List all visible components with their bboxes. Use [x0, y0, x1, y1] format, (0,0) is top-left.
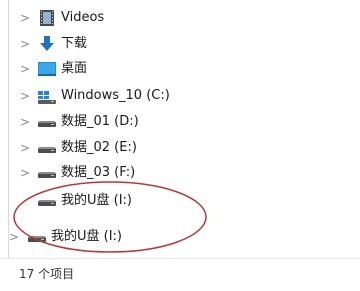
chevron-right-icon[interactable]: > — [7, 227, 21, 247]
nav-item-label: 数据_02 (E:) — [61, 140, 137, 155]
video-folder-icon — [37, 8, 57, 28]
nav-item-label: Videos — [61, 10, 105, 25]
chevron-right-icon[interactable]: > — [18, 138, 32, 158]
usb-drive-icon — [27, 227, 47, 247]
nav-item-usb-drive-root[interactable]: > 我的U盘 (I:) — [0, 225, 340, 249]
nav-item-drive-d[interactable]: > 数据_01 (D:) — [0, 110, 340, 134]
nav-item-label: 数据_03 (F:) — [61, 165, 136, 180]
chevron-right-icon[interactable]: > — [18, 34, 32, 54]
usb-drive-icon — [37, 191, 57, 211]
nav-item-downloads[interactable]: > 下载 — [0, 32, 340, 56]
download-folder-icon — [37, 34, 57, 54]
nav-item-usb-drive[interactable]: 我的U盘 (I:) — [0, 189, 340, 213]
nav-item-label: 下载 — [61, 36, 88, 51]
nav-item-label: 我的U盘 (I:) — [51, 229, 123, 244]
chevron-right-icon[interactable]: > — [18, 112, 32, 132]
chevron-right-icon[interactable]: > — [18, 8, 32, 28]
nav-item-label: Windows_10 (C:) — [61, 88, 170, 103]
status-bar: 17 个项目 — [0, 258, 360, 291]
drive-icon — [37, 138, 57, 158]
nav-item-drive-f[interactable]: > 数据_03 (F:) — [0, 161, 340, 185]
drive-icon — [37, 112, 57, 132]
chevron-right-icon[interactable]: > — [18, 59, 32, 79]
nav-item-label: 我的U盘 (I:) — [61, 193, 133, 208]
navigation-pane: > Videos > 下载 > 桌面 > Windows_10 (C:) > 数… — [0, 0, 360, 258]
nav-item-label: 数据_01 (D:) — [61, 114, 139, 129]
nav-item-drive-c[interactable]: > Windows_10 (C:) — [0, 84, 340, 108]
chevron-right-icon[interactable]: > — [18, 86, 32, 106]
nav-item-desktop[interactable]: > 桌面 — [0, 57, 340, 81]
nav-item-videos[interactable]: > Videos — [0, 6, 340, 30]
nav-item-drive-e[interactable]: > 数据_02 (E:) — [0, 136, 340, 160]
nav-item-label: 桌面 — [61, 61, 88, 76]
desktop-folder-icon — [37, 59, 57, 79]
drive-icon — [37, 163, 57, 183]
windows-drive-icon — [37, 86, 57, 106]
item-count-text: 17 个项目 — [19, 267, 75, 281]
chevron-right-icon[interactable]: > — [18, 163, 32, 183]
